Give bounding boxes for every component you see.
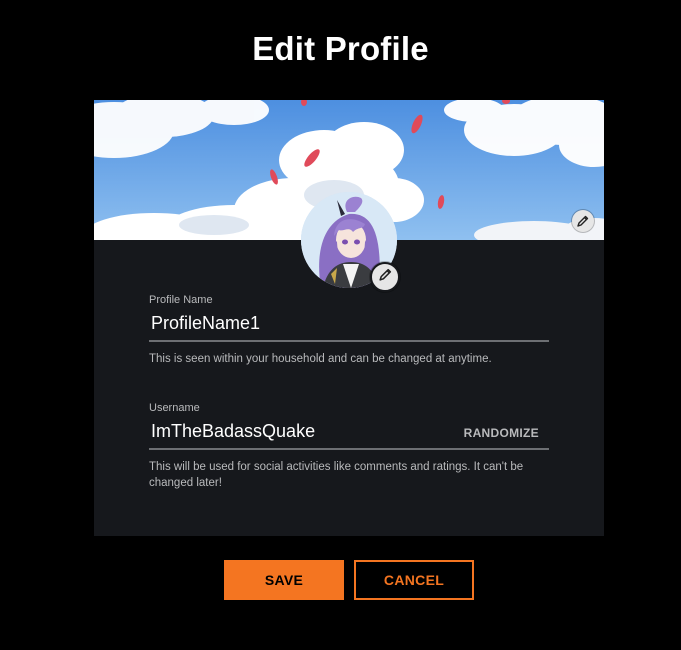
profile-name-label: Profile Name	[149, 294, 213, 306]
username-help: This will be used for social activities …	[149, 461, 524, 489]
profile-name-field: Profile Name This is seen within your ho…	[149, 294, 549, 367]
edit-profile-page: Edit Profile Profile Name ProfileName1 T…	[0, 0, 681, 650]
save-button[interactable]: SAVE	[224, 560, 344, 600]
username-field: Username RANDOMIZE This will be used for…	[149, 402, 549, 491]
profile-card: Profile Name This is seen within your ho…	[94, 100, 604, 536]
pencil-icon	[378, 267, 393, 287]
username-row: RANDOMIZE	[149, 416, 549, 450]
banner-edit-button[interactable]	[572, 210, 594, 232]
profile-name-row	[149, 308, 549, 342]
profile-name-help: This is seen within your household and c…	[149, 353, 492, 365]
username-label: Username	[149, 402, 200, 414]
username-input[interactable]	[149, 421, 443, 442]
cancel-button[interactable]: CANCEL	[354, 560, 474, 600]
avatar-edit-button[interactable]	[370, 262, 400, 292]
profile-name-input[interactable]	[149, 313, 443, 334]
page-title: Edit Profile	[252, 30, 429, 67]
randomize-button[interactable]: RANDOMIZE	[464, 426, 539, 440]
pencil-icon	[576, 214, 590, 228]
